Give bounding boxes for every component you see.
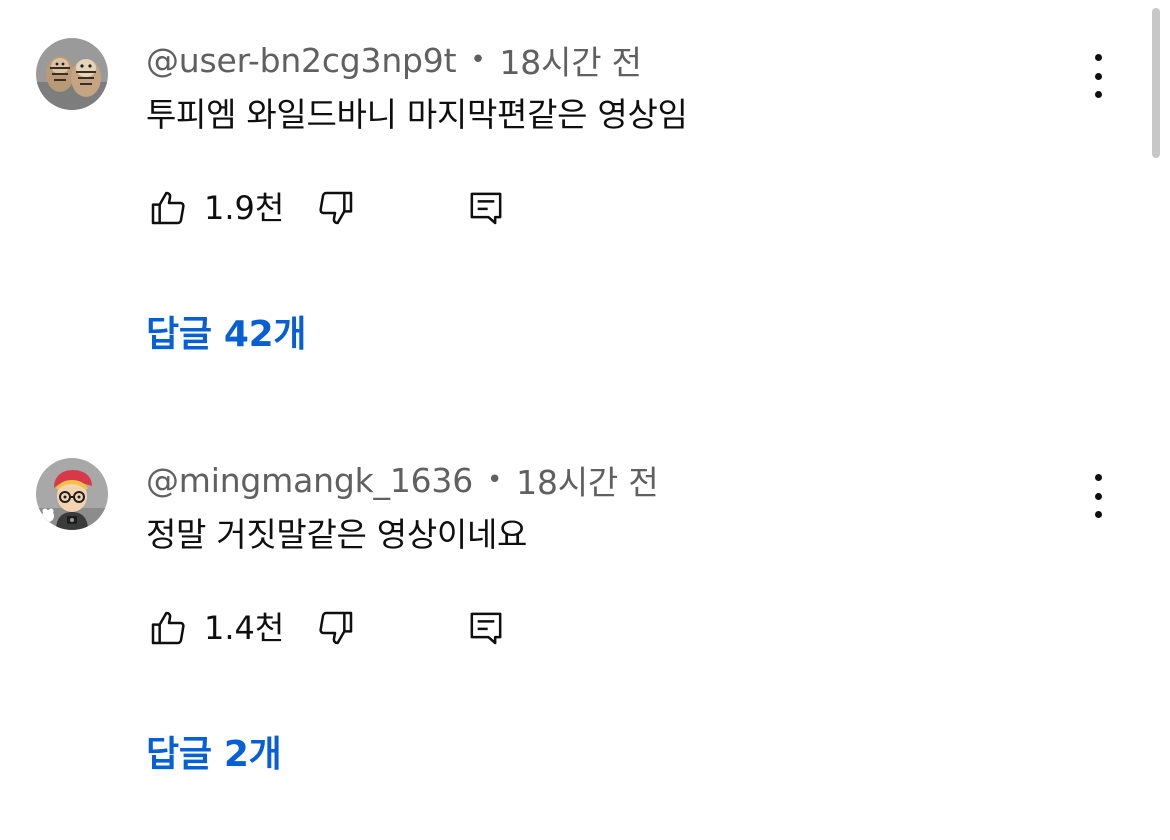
more-vertical-icon bbox=[1094, 54, 1102, 61]
more-options-button[interactable] bbox=[1080, 474, 1116, 518]
avatar[interactable] bbox=[36, 38, 108, 110]
like-count: 1.4천 bbox=[204, 609, 285, 647]
comment-header: @user-bn2cg3np9t • 18시간 전 bbox=[146, 36, 642, 84]
comment-reply-icon bbox=[470, 612, 502, 645]
cartoon-boy-avatar bbox=[36, 458, 108, 530]
comment-author[interactable]: @mingmangk_1636 bbox=[146, 461, 473, 500]
comment-reply-icon bbox=[470, 192, 502, 225]
comment-action-bar: 1.4천 bbox=[146, 604, 526, 652]
comment-time[interactable]: 18시간 전 bbox=[499, 36, 642, 84]
dislike-button[interactable] bbox=[314, 604, 358, 652]
separator-dot: • bbox=[487, 465, 503, 495]
thumbs-down-icon bbox=[319, 611, 353, 645]
reply-button[interactable] bbox=[464, 184, 508, 232]
comment-item: @mingmangk_1636 • 18시간 전 정말 거짓말같은 영상이네요 … bbox=[0, 420, 1170, 840]
avatar[interactable] bbox=[36, 458, 108, 530]
like-count: 1.9천 bbox=[204, 189, 285, 227]
comment-time[interactable]: 18시간 전 bbox=[516, 456, 659, 504]
more-options-button[interactable] bbox=[1080, 54, 1116, 98]
thumbs-up-icon bbox=[151, 191, 185, 225]
comment-action-bar: 1.9천 bbox=[146, 184, 526, 232]
thumbs-up-icon bbox=[151, 611, 185, 645]
more-vertical-icon bbox=[1094, 474, 1102, 481]
comment-author[interactable]: @user-bn2cg3np9t bbox=[146, 41, 457, 80]
comment-text: 투피엠 와일드바니 마지막편같은 영상임 bbox=[146, 95, 688, 134]
comment-header: @mingmangk_1636 • 18시간 전 bbox=[146, 456, 659, 504]
separator-dot: • bbox=[470, 45, 486, 75]
comment-text: 정말 거짓말같은 영상이네요 bbox=[146, 515, 528, 554]
dislike-button[interactable] bbox=[314, 184, 358, 232]
view-replies-button[interactable]: 답글 2개 bbox=[146, 728, 282, 782]
like-button[interactable] bbox=[146, 604, 190, 652]
comment-item: @user-bn2cg3np9t • 18시간 전 투피엠 와일드바니 마지막편… bbox=[0, 0, 1170, 420]
thumbs-down-icon bbox=[319, 191, 353, 225]
view-replies-button[interactable]: 답글 42개 bbox=[146, 308, 307, 362]
tigers-photo-avatar bbox=[36, 38, 108, 110]
reply-button[interactable] bbox=[464, 604, 508, 652]
scrollbar-thumb[interactable] bbox=[1152, 8, 1160, 158]
like-button[interactable] bbox=[146, 184, 190, 232]
